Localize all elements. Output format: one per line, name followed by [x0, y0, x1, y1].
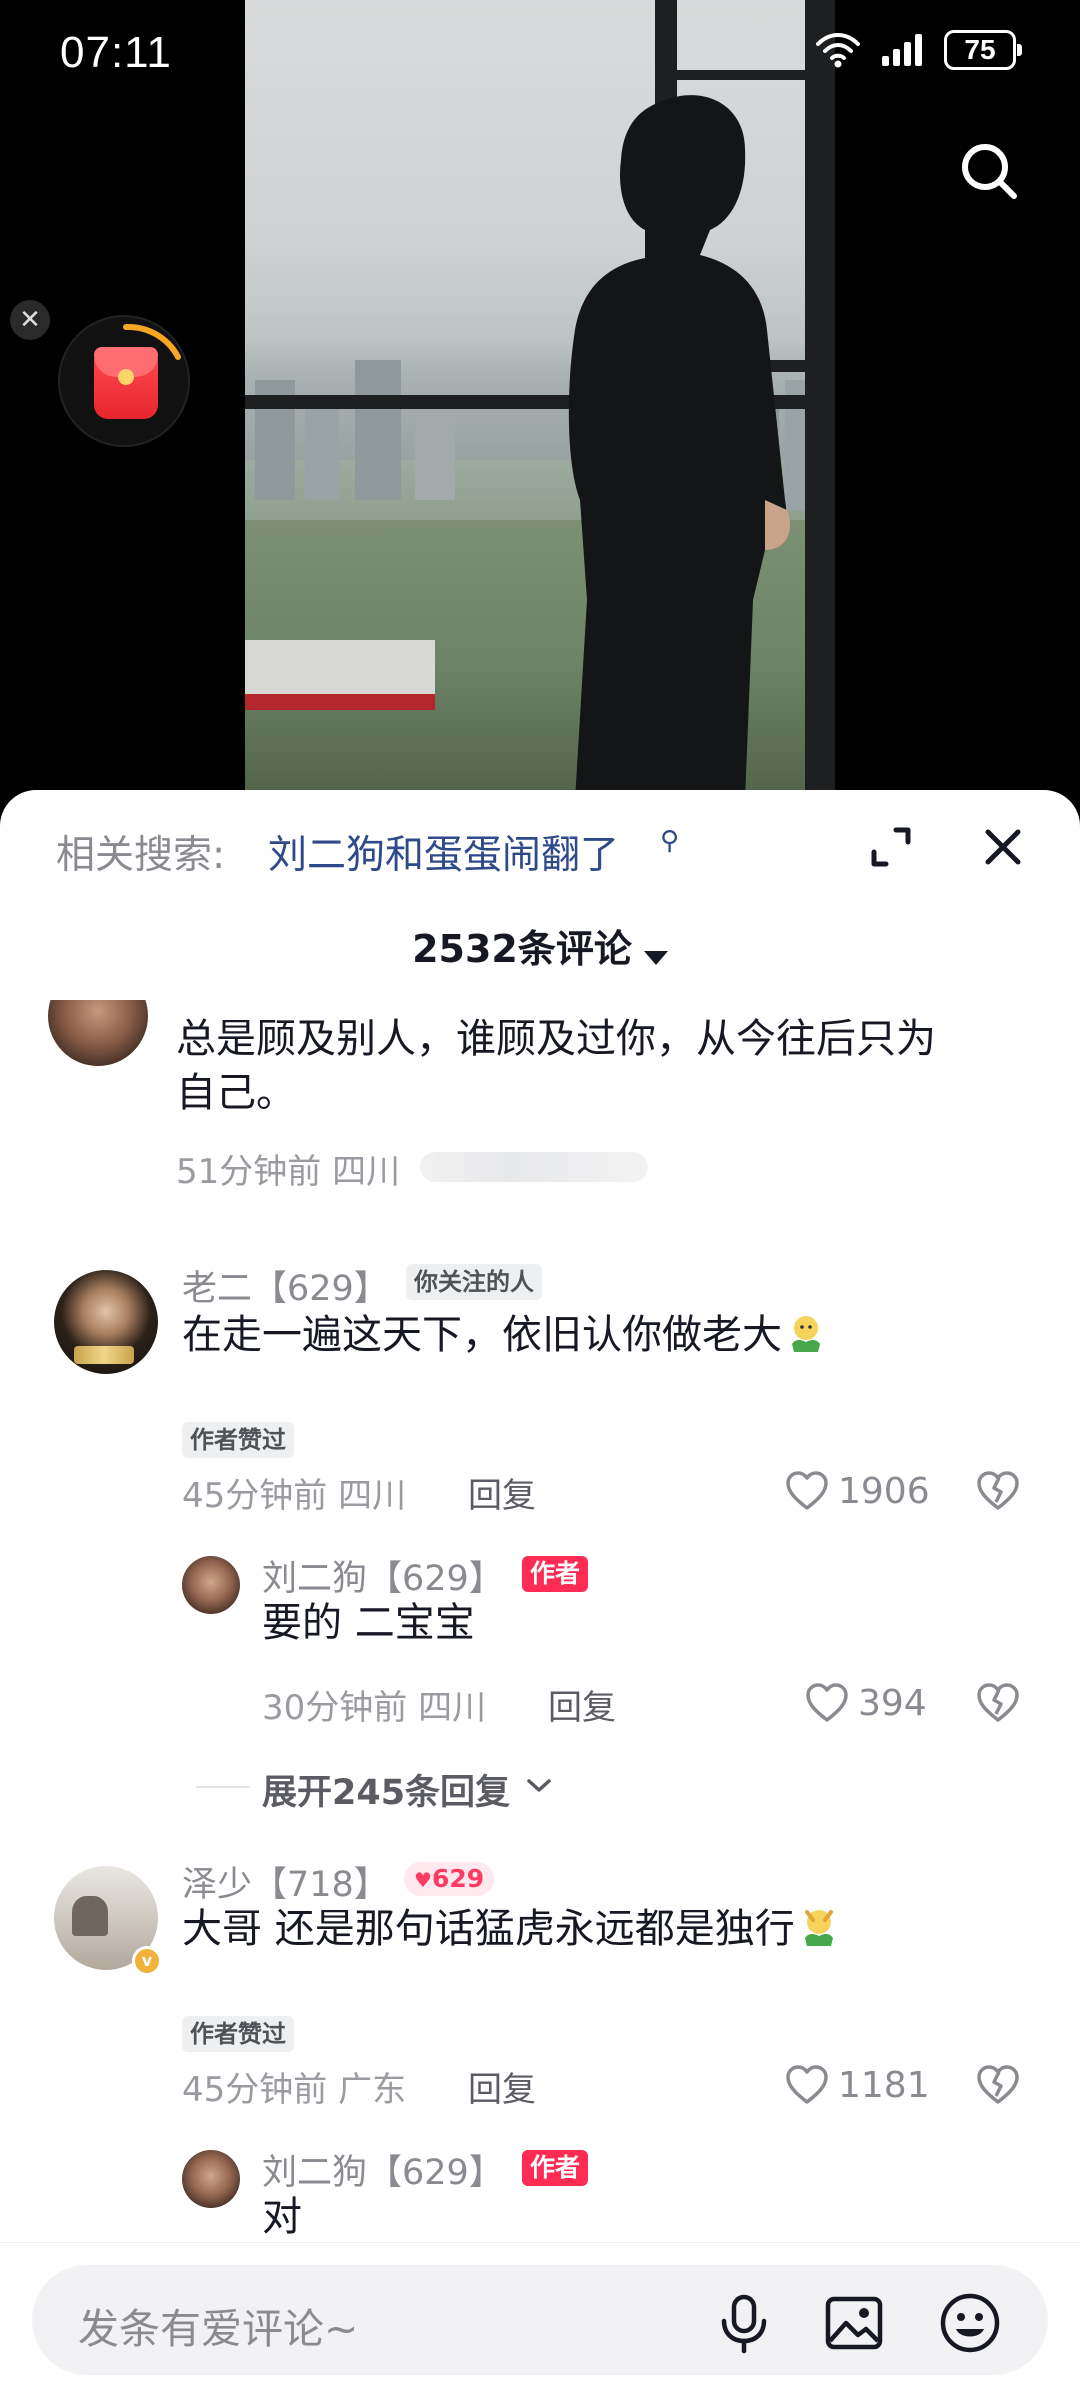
heart-icon	[786, 2065, 828, 2104]
reply-like-count: 394	[858, 1682, 927, 1724]
reply-avatar[interactable]	[182, 1556, 240, 1614]
avatar[interactable]	[48, 1000, 148, 1066]
fan-badge: ♥629	[404, 1862, 495, 1896]
related-search-label: 相关搜索:	[56, 833, 226, 878]
expand-replies-label: 展开245条回复	[262, 1773, 511, 1813]
reply-button[interactable]: 回复	[468, 1468, 536, 1517]
red-packet-icon[interactable]	[58, 315, 190, 447]
comment-meta: 45分钟前 四川	[182, 1476, 407, 1516]
comment-input-bar: 发条有爱评论~	[0, 2242, 1080, 2387]
comment-sheet: 相关搜索: 刘二狗和蛋蛋闹翻了 ⚲ 2532条评论 总是顾及别人，谁顾及过你，从…	[0, 790, 1080, 2387]
heart-icon	[786, 1471, 828, 1510]
like-count: 1181	[838, 2064, 930, 2106]
caret-down-icon	[643, 950, 668, 965]
author-tag: 作者	[522, 2150, 589, 2186]
followed-tag: 你关注的人	[406, 1264, 542, 1300]
reply-text: 对	[262, 2194, 302, 2240]
facepalm-emoji-icon	[804, 1910, 833, 1946]
shrug-emoji-icon	[792, 1316, 820, 1352]
search-icon[interactable]	[958, 140, 1020, 202]
related-search-link[interactable]: 刘二狗和蛋蛋闹翻了	[268, 824, 619, 880]
comment-list: 总是顾及别人，谁顾及过你，从今往后只为 自己。 51分钟前 四川 老二【629】…	[0, 1000, 1080, 2250]
wifi-icon	[816, 33, 860, 68]
emoji-icon[interactable]	[938, 2291, 1002, 2355]
expand-icon[interactable]	[868, 824, 914, 870]
reply-name[interactable]: 刘二狗【629】	[262, 1550, 504, 1601]
comment-text: 大哥 还是那句话猛虎永远都是独行	[182, 1902, 841, 1956]
reply-meta: 30分钟前 四川	[262, 1688, 487, 1728]
image-icon[interactable]	[822, 2291, 886, 2355]
blurred-reply-area	[420, 1152, 648, 1182]
expand-divider	[196, 1786, 250, 1788]
author-liked-tag: 作者赞过	[182, 1422, 294, 1458]
clock: 07:11	[60, 28, 172, 77]
fan-heart-icon: ♥	[414, 1868, 432, 1892]
author-liked-tag: 作者赞过	[182, 2016, 294, 2052]
like-count: 1906	[838, 1470, 930, 1512]
comment-text: 总是顾及别人，谁顾及过你，从今往后只为	[176, 1016, 936, 1062]
comment-meta: 45分钟前 广东	[182, 2070, 407, 2110]
related-search-bar: 相关搜索: 刘二狗和蛋蛋闹翻了 ⚲	[0, 790, 1080, 878]
dislike-heart-icon[interactable]	[974, 1468, 1022, 1514]
reply-name[interactable]: 刘二狗【629】	[262, 2144, 504, 2195]
video-frame	[245, 0, 835, 800]
dislike-heart-icon[interactable]	[974, 2062, 1022, 2108]
commenter-name[interactable]: 泽少【718】	[182, 1856, 389, 1907]
comment-input-placeholder: 发条有爱评论~	[78, 2305, 359, 2353]
reply-button[interactable]: 回复	[468, 2062, 536, 2111]
heart-icon	[806, 1683, 848, 1722]
comment-input[interactable]: 发条有爱评论~	[32, 2265, 1048, 2375]
chevron-down-icon	[527, 1779, 551, 1792]
like-button[interactable]: 1906	[784, 1468, 930, 1514]
comment-text-continued: 自己。	[176, 1070, 296, 1116]
reply-like-button[interactable]: 394	[804, 1680, 927, 1726]
signal-icon	[882, 34, 922, 66]
reply-reply-button[interactable]: 回复	[548, 1680, 616, 1729]
reply-text: 要的 二宝宝	[262, 1600, 475, 1646]
like-button[interactable]: 1181	[784, 2062, 930, 2108]
comment-count-selector[interactable]: 2532条评论	[0, 918, 1080, 973]
dislike-heart-icon[interactable]	[974, 1680, 1022, 1726]
man-silhouette	[568, 95, 791, 800]
author-tag: 作者	[522, 1556, 589, 1592]
video-player[interactable]: 07:11 75 ✕	[0, 0, 1080, 800]
reply-avatar[interactable]	[182, 2150, 240, 2208]
related-search-icon: ⚲	[660, 826, 680, 856]
comment-text: 在走一遍这天下，依旧认你做老大	[182, 1308, 828, 1362]
close-red-packet-button[interactable]: ✕	[10, 300, 50, 340]
commenter-name[interactable]: 老二【629】	[182, 1260, 389, 1311]
avatar[interactable]	[54, 1270, 158, 1374]
verified-badge-icon: v	[132, 1946, 162, 1976]
status-bar: 07:11 75	[0, 0, 1080, 110]
microphone-icon[interactable]	[712, 2291, 776, 2355]
comment-meta: 51分钟前 四川	[176, 1152, 401, 1192]
close-icon[interactable]	[980, 824, 1026, 870]
battery-indicator: 75	[944, 30, 1022, 70]
comment-count: 2532条评论	[412, 927, 632, 971]
